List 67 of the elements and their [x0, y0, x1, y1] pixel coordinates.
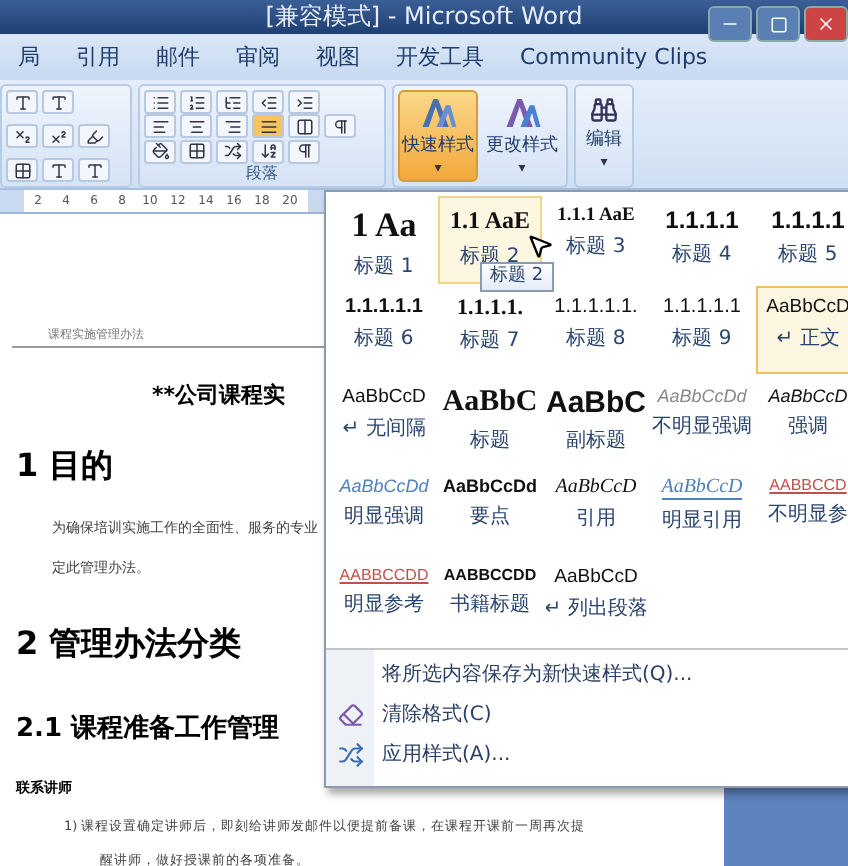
- menu-item[interactable]: 将所选内容保存为新快速样式(Q)...: [326, 654, 848, 694]
- asian-layout-button[interactable]: [216, 139, 248, 164]
- align-right-icon: [223, 117, 241, 136]
- shrink-font-button[interactable]: [78, 158, 110, 182]
- find-icon: [590, 96, 618, 124]
- heading: 2.1 课程准备工作管理: [16, 712, 280, 746]
- decrease-indent-icon: [259, 93, 277, 111]
- show-marks-icon: [295, 142, 313, 161]
- subscript-icon: [13, 127, 31, 145]
- minimize-button[interactable]: [708, 6, 752, 42]
- maximize-button[interactable]: [756, 6, 800, 42]
- bullets-button[interactable]: [144, 90, 176, 114]
- superscript-button[interactable]: [42, 124, 74, 148]
- document-title: **公司课程实: [152, 380, 286, 410]
- ribbon-tab[interactable]: 审阅: [218, 34, 298, 80]
- center-icon: [187, 117, 205, 136]
- sort-icon: [259, 142, 277, 161]
- tooltip: 标题 2: [480, 262, 554, 292]
- superscript-icon: [49, 127, 67, 145]
- shading-button[interactable]: [144, 139, 176, 164]
- numbering-icon: [187, 93, 205, 111]
- sort-button[interactable]: [252, 139, 284, 164]
- ribbon-tab[interactable]: 局: [0, 34, 58, 80]
- apply-styles-icon: [337, 741, 363, 767]
- multilevel-list-icon: [223, 93, 241, 111]
- menu-item[interactable]: 清除格式(C): [326, 694, 848, 734]
- close-icon: [816, 14, 836, 34]
- heading: 2 管理办法分类: [16, 624, 242, 666]
- ribbon-tab[interactable]: 引用: [58, 34, 138, 80]
- align-left-icon: [151, 117, 169, 136]
- subscript-button[interactable]: [6, 124, 38, 148]
- shading-icon: [151, 142, 169, 161]
- text-effect-button[interactable]: [78, 124, 110, 148]
- text-effect-icon: [85, 127, 103, 145]
- ribbon-tab[interactable]: 视图: [298, 34, 378, 80]
- borders-icon: [187, 142, 205, 161]
- group-label: 段落: [246, 163, 278, 182]
- style-item[interactable]: AaBbCcD ↵ 正文: [756, 286, 848, 374]
- menu-item[interactable]: 应用样式(A)...: [326, 734, 848, 774]
- maximize-icon: [769, 15, 787, 33]
- character-border-button[interactable]: [42, 90, 74, 114]
- borders-button[interactable]: [180, 139, 212, 164]
- justify-button[interactable]: [252, 114, 284, 139]
- ribbon-tab[interactable]: 开发工具: [378, 34, 502, 80]
- line-spacing-button[interactable]: [324, 114, 356, 139]
- center-button[interactable]: [180, 114, 212, 139]
- bullets-icon: [151, 93, 169, 111]
- distributed-button[interactable]: [288, 114, 320, 139]
- justify-icon: [259, 117, 277, 136]
- multilevel-list-button[interactable]: [216, 90, 248, 114]
- ribbon-tab[interactable]: Community Clips: [502, 36, 726, 78]
- decrease-indent-button[interactable]: [252, 90, 284, 114]
- heading: 1 目的: [16, 446, 114, 488]
- phonetic-guide-button[interactable]: [6, 90, 38, 114]
- enclose-characters-button[interactable]: [6, 158, 38, 182]
- window-title: [兼容模式] - Microsoft Word: [265, 0, 583, 34]
- show-marks-button[interactable]: [288, 139, 320, 164]
- increase-indent-icon: [295, 93, 313, 111]
- mouse-cursor-icon: [526, 232, 554, 260]
- numbering-button[interactable]: [180, 90, 212, 114]
- eraser-icon: [337, 701, 363, 727]
- align-left-button[interactable]: [144, 114, 176, 139]
- increase-indent-button[interactable]: [288, 90, 320, 114]
- ribbon-tab[interactable]: 邮件: [138, 34, 218, 80]
- close-button[interactable]: [804, 6, 848, 42]
- grow-font-button[interactable]: [42, 158, 74, 182]
- align-right-button[interactable]: [216, 114, 248, 139]
